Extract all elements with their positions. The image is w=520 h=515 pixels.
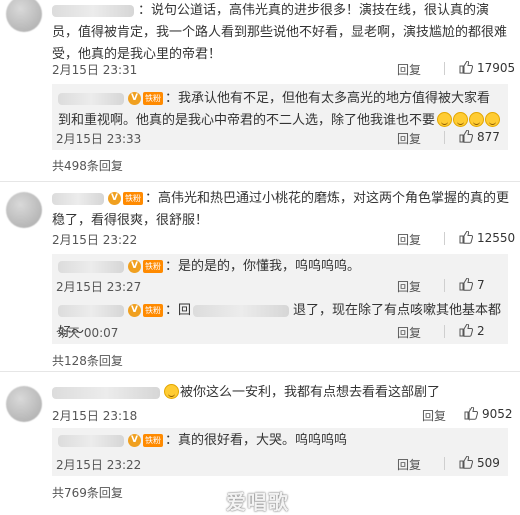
thumbs-up-icon xyxy=(459,231,473,244)
comment-text: V 铁粉 ：高伟光和热巴通过小桃花的磨炼，对这两个角色掌握的真的更稳了，看得很爽，很… xyxy=(52,191,510,228)
verified-badge-icon: V xyxy=(108,192,121,205)
crying-emoji-icon xyxy=(437,112,501,128)
reply-button[interactable]: 回复 xyxy=(397,61,421,78)
divider xyxy=(444,279,445,292)
like-button[interactable]: 509 xyxy=(459,456,500,470)
reply-button[interactable]: 回复 xyxy=(397,324,421,341)
like-button[interactable]: 2 xyxy=(459,324,485,338)
comment-text: 被你这么一安利，我都有点想去看看这部剧了 xyxy=(52,382,512,404)
like-button[interactable]: 17905 xyxy=(459,61,515,75)
reply-text: V 铁粉 ：是的是的，你懂我，呜呜呜呜。 xyxy=(58,256,502,278)
verified-badge-icon: V xyxy=(128,260,141,273)
verified-badge-icon: V xyxy=(128,434,141,447)
watermark: 爱唱歌 xyxy=(226,490,289,514)
like-count: 2 xyxy=(477,324,485,338)
grinning-emoji-icon xyxy=(164,384,179,399)
thumbs-up-icon xyxy=(459,278,473,291)
fan-tag-icon: 铁粉 xyxy=(123,192,143,205)
fan-tag-icon: 铁粉 xyxy=(143,304,163,317)
divider xyxy=(0,371,520,372)
divider xyxy=(444,325,445,338)
divider xyxy=(444,131,445,144)
like-count: 12550 xyxy=(477,231,516,245)
reply-button[interactable]: 回复 xyxy=(397,456,421,473)
comment-text: ：说句公道话，高伟光真的进步很多！演技在线，很认真的演员，值得被肯定，我一个路人… xyxy=(52,3,508,62)
like-count: 7 xyxy=(477,278,485,292)
more-replies-link[interactable]: 共498条回复 xyxy=(52,157,123,174)
mention-blurred[interactable] xyxy=(193,304,290,317)
comment-time: 2月15日 23:22 xyxy=(52,233,138,247)
username-blurred[interactable] xyxy=(58,434,124,447)
reply-box: V 铁粉 ：真的很好看，大哭。呜呜呜呜 2月15日 23:22 回复 509 xyxy=(52,428,508,476)
avatar[interactable] xyxy=(6,192,42,228)
divider xyxy=(0,181,520,182)
username-blurred[interactable] xyxy=(52,386,160,399)
reply-button[interactable]: 回复 xyxy=(397,278,421,295)
reply-time: 2月15日 23:27 xyxy=(56,280,142,294)
thumbs-up-icon xyxy=(459,324,473,337)
like-count: 877 xyxy=(477,130,500,144)
like-button[interactable]: 9052 xyxy=(464,407,513,421)
thumbs-up-icon xyxy=(459,61,473,74)
username-blurred[interactable] xyxy=(58,260,124,273)
like-count: 9052 xyxy=(482,407,513,421)
like-button[interactable]: 7 xyxy=(459,278,485,292)
username-blurred[interactable] xyxy=(52,4,134,17)
fan-tag-icon: 铁粉 xyxy=(143,92,163,105)
reply-time: 今天 00:07 xyxy=(56,326,119,340)
comment-1: ：说句公道话，高伟光真的进步很多！演技在线，很认真的演员，值得被肯定，我一个路人… xyxy=(0,0,520,178)
username-blurred[interactable] xyxy=(52,192,104,205)
reply-button[interactable]: 回复 xyxy=(422,407,446,424)
comment-time: 2月15日 23:31 xyxy=(52,63,138,77)
like-count: 509 xyxy=(477,456,500,470)
verified-badge-icon: V xyxy=(128,92,141,105)
username-blurred[interactable] xyxy=(58,304,124,317)
avatar[interactable] xyxy=(6,0,42,32)
like-button[interactable]: 877 xyxy=(459,130,500,144)
thumbs-up-icon xyxy=(459,456,473,469)
reply-text: V 铁粉 ：我承认他有不足，但他有太多高光的地方值得被大家看到和重视啊。他真的是我心… xyxy=(58,88,502,132)
reply-text: V 铁粉 ：回 退了，现在除了有点咳嗽其他基本都好～ xyxy=(58,303,502,340)
like-button[interactable]: 12550 xyxy=(459,231,515,245)
reply-button[interactable]: 回复 xyxy=(397,130,421,147)
reply-time: 2月15日 23:33 xyxy=(56,132,142,146)
divider xyxy=(444,62,445,75)
fan-tag-icon: 铁粉 xyxy=(143,434,163,447)
verified-badge-icon: V xyxy=(128,304,141,317)
more-replies-link[interactable]: 共128条回复 xyxy=(52,352,123,369)
fan-tag-icon: 铁粉 xyxy=(143,260,163,273)
reply-time: 2月15日 23:22 xyxy=(56,458,142,472)
reply-text: V 铁粉 ：真的很好看，大哭。呜呜呜呜 xyxy=(58,430,502,452)
like-count: 17905 xyxy=(477,61,516,75)
more-replies-link[interactable]: 共769条回复 xyxy=(52,484,123,501)
comment-2: V 铁粉 ：高伟光和热巴通过小桃花的磨炼，对这两个角色掌握的真的更稳了，看得很爽，很… xyxy=(0,186,520,369)
comment-time: 2月15日 23:18 xyxy=(52,409,138,423)
reply-box: V 铁粉 ：我承认他有不足，但他有太多高光的地方值得被大家看到和重视啊。他真的是我心… xyxy=(52,84,508,150)
divider xyxy=(444,232,445,245)
thumbs-up-icon xyxy=(464,407,478,420)
reply-button[interactable]: 回复 xyxy=(397,231,421,248)
thumbs-up-icon xyxy=(459,130,473,143)
divider xyxy=(444,457,445,470)
avatar[interactable] xyxy=(6,386,42,422)
username-blurred[interactable] xyxy=(58,92,124,105)
reply-box: V 铁粉 ：是的是的，你懂我，呜呜呜呜。 2月15日 23:27 回复 7 V 铁粉：… xyxy=(52,254,508,344)
